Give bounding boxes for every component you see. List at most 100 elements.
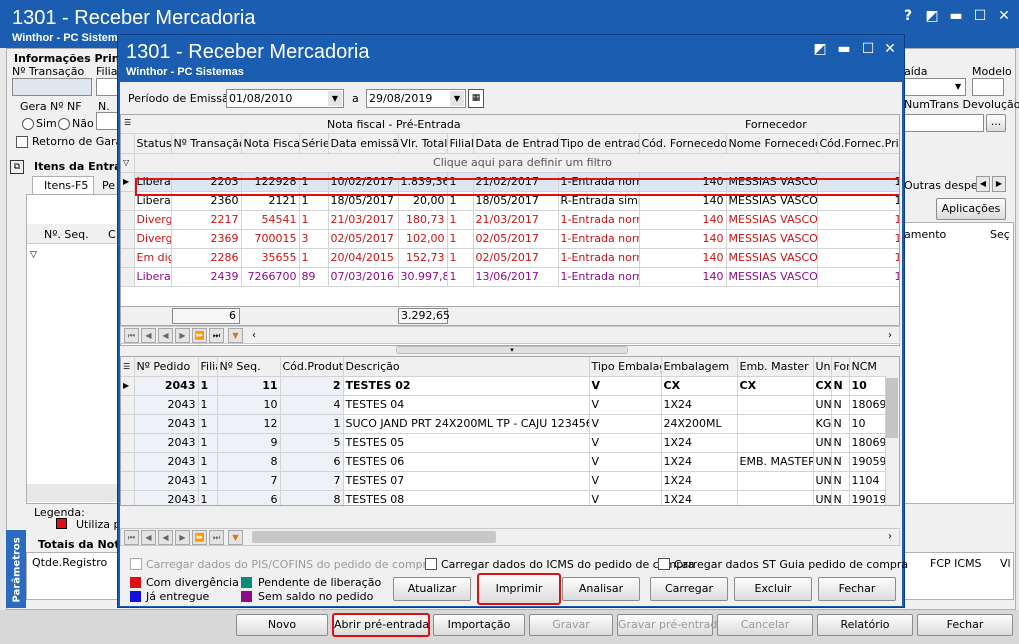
filial-input[interactable] xyxy=(96,78,118,96)
pedido-row[interactable]: 2043 1 7 7 TESTES 07 V 1X24 UN N 1104 xyxy=(121,471,899,491)
col2-descricao[interactable]: Descrição xyxy=(343,357,590,377)
col-vlr-total[interactable]: Vlr. Total xyxy=(398,134,448,154)
col-cod-fornecedor[interactable]: Cód. Fornecedor xyxy=(639,134,727,154)
excluir-button[interactable]: Excluir xyxy=(734,577,812,601)
pis-checkbox[interactable] xyxy=(130,558,142,570)
panel-icon[interactable]: ⧉ xyxy=(10,160,24,174)
outer-fechar-button[interactable]: Fechar xyxy=(917,614,1013,636)
importacao-button[interactable]: Importação xyxy=(433,614,525,636)
filter-icon[interactable]: ▽ xyxy=(30,250,37,260)
help-button[interactable]: ? xyxy=(898,6,918,26)
row-indicator[interactable] xyxy=(121,433,135,453)
row-indicator[interactable]: ▶ xyxy=(121,376,135,396)
top-hscroll-left-icon[interactable]: ‹ xyxy=(252,330,256,341)
col-serie[interactable]: Série xyxy=(299,134,329,154)
imprimir-button[interactable]: Imprimir xyxy=(477,573,561,605)
pedido-vscroll-thumb[interactable] xyxy=(886,378,898,438)
col2-embalagem[interactable]: Embalagem xyxy=(661,357,738,377)
restore-icon[interactable]: ◩ xyxy=(922,6,942,26)
row-indicator[interactable] xyxy=(121,191,135,211)
retorno-checkbox[interactable] xyxy=(16,136,28,148)
bottom-nav-next-icon[interactable]: ▶ xyxy=(175,530,190,545)
inner-minimize-icon[interactable]: ▬ xyxy=(834,39,854,59)
row-indicator[interactable] xyxy=(121,395,135,415)
filter-row[interactable]: ▽ Clique aqui para definir um filtro xyxy=(121,153,899,173)
bottom-nav-next-page-icon[interactable]: ⏩ xyxy=(192,530,207,545)
calendar-icon[interactable]: ▦ xyxy=(468,89,484,108)
tab-scroll-left-icon[interactable]: ◀ xyxy=(976,176,990,192)
top-nav-next-page-icon[interactable]: ⏩ xyxy=(192,328,207,343)
pre-entrada-row[interactable]: Diverg 2217 54541 1 21/03/2017 180,73 1 21/03/2… xyxy=(121,210,899,230)
col-ntransacao[interactable]: Nº Transação xyxy=(171,134,242,154)
maximize-icon[interactable]: ☐ xyxy=(970,6,990,26)
row-indicator[interactable] xyxy=(121,210,135,230)
row-indicator[interactable] xyxy=(121,229,135,249)
tab-pe-label[interactable]: Pe xyxy=(102,179,115,192)
cancelar-button[interactable]: Cancelar xyxy=(717,614,813,636)
sim-radio[interactable] xyxy=(22,118,34,130)
row-indicator[interactable] xyxy=(121,414,135,434)
icms-checkbox[interactable] xyxy=(425,558,437,570)
bottom-hscroll-right-icon[interactable]: › xyxy=(888,531,892,542)
grid-menu-icon[interactable]: ☰ xyxy=(124,118,131,127)
saida-dropdown-icon[interactable]: ▼ xyxy=(955,82,961,91)
pedido-row[interactable]: ▶ 2043 1 11 2 TESTES 02 V CX CX CX N 10 xyxy=(121,376,899,396)
pedido-row[interactable]: 2043 1 6 8 TESTES 08 V 1X24 UN N 19019 xyxy=(121,490,899,505)
bottom-nav-first-icon[interactable]: ⏮ xyxy=(124,530,139,545)
col2-npedido[interactable]: Nº Pedido xyxy=(134,357,199,377)
bottom-hscroll-thumb[interactable] xyxy=(252,531,496,543)
row-indicator[interactable] xyxy=(121,267,135,287)
numtrans-lookup-button[interactable]: ... xyxy=(986,114,1006,132)
relatorio-button[interactable]: Relatório xyxy=(817,614,913,636)
col-filial[interactable]: Filial xyxy=(447,134,474,154)
col-status[interactable]: Status xyxy=(134,134,172,154)
col-data-entrada[interactable]: Data de Entrada xyxy=(473,134,559,154)
top-nav-prev-icon[interactable]: ◀ xyxy=(141,328,156,343)
gravar-pre-entrada-button[interactable]: Gravar pré-entrada xyxy=(617,614,724,636)
pre-entrada-row[interactable]: Liberad243972667008907/03/201630.997,811… xyxy=(121,267,899,287)
top-nav-next-icon[interactable]: ▶ xyxy=(175,328,190,343)
pre-entrada-row[interactable]: Diverg 2369 700015 3 02/05/2017 102,00 1 02/05/… xyxy=(121,229,899,249)
inner-maximize-icon[interactable]: ☐ xyxy=(858,39,878,59)
col-tipo-entrada[interactable]: Tipo de entrada xyxy=(558,134,640,154)
pedido-row[interactable]: 2043 1 10 4 TESTES 04 V 1X24 UN N 18069 xyxy=(121,395,899,415)
col2-filial[interactable]: Filia xyxy=(198,357,218,377)
row-indicator[interactable] xyxy=(121,248,135,268)
col-data-emissao[interactable]: Data emissão xyxy=(328,134,399,154)
gravar-button[interactable]: Gravar xyxy=(529,614,613,636)
ntrans-input[interactable] xyxy=(12,78,92,96)
carregar-button[interactable]: Carregar xyxy=(650,577,728,601)
col2-ncm[interactable]: NCM xyxy=(849,357,899,377)
st-checkbox[interactable] xyxy=(658,558,670,570)
pedido-row[interactable]: 2043 1 12 1 SUCO JAND PRT 24X200ML TP - CAJU… xyxy=(121,414,899,434)
top-nav-last-icon[interactable]: ⏭ xyxy=(209,328,224,343)
row-indicator[interactable] xyxy=(121,471,135,491)
col2-cod-produto[interactable]: Cód.Produto xyxy=(280,357,344,377)
date-from-dropdown-icon[interactable]: ▼ xyxy=(328,91,342,106)
pedido-row[interactable]: 2043 1 8 6 TESTES 06 V 1X24 EMB. MASTER UN N 19059 xyxy=(121,452,899,472)
abrir-pre-entrada-button[interactable]: Abrir pré-entrada xyxy=(332,613,430,637)
inner-restore-icon[interactable]: ◩ xyxy=(810,39,830,59)
bottom-nav-prev-icon[interactable]: ◀ xyxy=(141,530,156,545)
bottom-nav-last-icon[interactable]: ⏭ xyxy=(209,530,224,545)
col-nota-fiscal[interactable]: Nota Fiscal xyxy=(241,134,300,154)
top-nav-first-icon[interactable]: ⏮ xyxy=(124,328,139,343)
minimize-icon[interactable]: ▬ xyxy=(946,6,966,26)
col2-tipo-embalagem[interactable]: Tipo Embalage xyxy=(589,357,662,377)
close-icon[interactable]: ✕ xyxy=(994,6,1014,26)
inner-close-icon[interactable]: ✕ xyxy=(880,39,900,59)
modelo-input[interactable] xyxy=(972,78,1004,96)
atualizar-button[interactable]: Atualizar xyxy=(393,577,471,601)
tab-scroll-right-icon[interactable]: ▶ xyxy=(992,176,1006,192)
top-nav-prev-page-icon[interactable]: ◀ xyxy=(158,328,173,343)
novo-button[interactable]: Novo xyxy=(236,614,328,636)
row-indicator[interactable] xyxy=(121,490,135,505)
bottom-nav-prev-page-icon[interactable]: ◀ xyxy=(158,530,173,545)
analisar-button[interactable]: Analisar xyxy=(562,577,640,601)
outras-label[interactable]: Outras despes xyxy=(904,179,983,192)
date-to-dropdown-icon[interactable]: ▼ xyxy=(450,91,464,106)
col2-unidade[interactable]: Uni xyxy=(813,357,832,377)
col2-emb-master[interactable]: Emb. Master xyxy=(737,357,814,377)
splitter-handle[interactable]: ▾ xyxy=(396,346,628,354)
col-nome-fornecedor[interactable]: Nome Fornecedor xyxy=(726,134,818,154)
